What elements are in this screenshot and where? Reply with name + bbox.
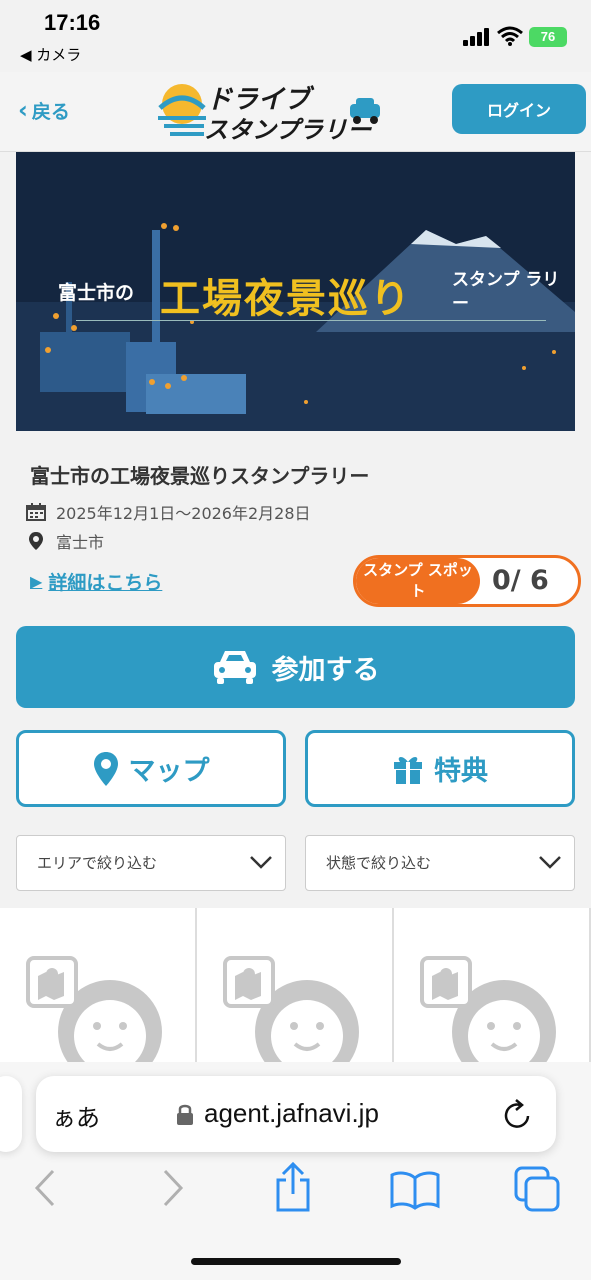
- tabs-icon[interactable]: [514, 1166, 560, 1212]
- details-link-label: 詳細はこちら: [48, 572, 163, 594]
- join-label: 参加する: [271, 654, 380, 686]
- battery-icon: 76: [529, 27, 567, 47]
- benefit-button[interactable]: 特典: [305, 730, 575, 807]
- gift-icon: [394, 756, 422, 784]
- details-link[interactable]: ▶ 詳細はこちら: [30, 568, 162, 595]
- chevron-left-icon: ‹: [18, 96, 28, 124]
- lion-placeholder-icon: [420, 956, 556, 1068]
- calendar-icon: [26, 503, 46, 521]
- banner-divider: [76, 320, 546, 321]
- wifi-icon: [497, 26, 523, 46]
- area-filter-select[interactable]: エリアで絞り込む: [16, 835, 286, 891]
- spot-card[interactable]: [197, 908, 392, 1068]
- event-place: 富士市: [56, 533, 105, 552]
- state-filter-select[interactable]: 状態で絞り込む: [305, 835, 575, 891]
- banner-suffix: スタンプ ラリー: [452, 270, 560, 314]
- map-pin-icon: [93, 751, 118, 786]
- location-pin-icon: [29, 532, 43, 550]
- address-bar[interactable]: ぁあ agent.jafnavi.jp: [36, 1076, 556, 1152]
- clock: 17:16: [44, 10, 101, 35]
- state-filter-label: 状態で絞り込む: [326, 854, 432, 872]
- stamp-spot-counter: スタンプ スポット 0/ 6: [353, 555, 581, 607]
- triangle-right-icon: ▶: [30, 572, 43, 591]
- event-banner: 富士市の 工場夜景巡り スタンプ ラリー: [16, 152, 575, 431]
- cellular-signal-icon: [463, 28, 489, 46]
- home-indicator: [191, 1258, 401, 1265]
- lock-icon: [177, 1104, 193, 1125]
- logo-line2: スタンプラリー: [204, 116, 372, 144]
- forward-arrow-icon[interactable]: [162, 1168, 184, 1208]
- bookmarks-icon[interactable]: [390, 1170, 440, 1210]
- back-label: 戻る: [31, 100, 70, 123]
- spot-card[interactable]: [394, 908, 589, 1068]
- stamp-spot-label: スタンプ スポット: [356, 558, 480, 604]
- logo-line1: ドライブ: [206, 85, 315, 115]
- lion-placeholder-icon: [223, 956, 359, 1068]
- spot-card[interactable]: [0, 908, 195, 1068]
- previous-tab-preview[interactable]: [0, 1076, 22, 1152]
- map-button[interactable]: マップ: [16, 730, 286, 807]
- map-label: マップ: [128, 756, 210, 787]
- banner-prefix: 富士市の: [58, 282, 135, 304]
- url-text: agent.jafnavi.jp: [204, 1098, 379, 1128]
- page-settings-button[interactable]: ぁあ: [52, 1098, 100, 1133]
- chevron-down-icon: [250, 856, 272, 869]
- drive-stamp-rally-logo[interactable]: ドライブ スタンプラリー: [156, 78, 386, 146]
- event-title: 富士市の工場夜景巡りスタンプラリー: [30, 464, 370, 488]
- event-date: 2025年12月1日〜2026年2月28日: [56, 504, 311, 523]
- share-icon[interactable]: [274, 1162, 312, 1212]
- event-date-row: 2025年12月1日〜2026年2月28日: [26, 500, 311, 524]
- login-button[interactable]: ログイン: [452, 84, 586, 134]
- chevron-down-icon: [539, 856, 561, 869]
- reload-icon[interactable]: [502, 1096, 534, 1130]
- spot-card-grid: [0, 908, 591, 1068]
- area-filter-label: エリアで絞り込む: [37, 854, 158, 872]
- back-arrow-icon[interactable]: [34, 1168, 56, 1208]
- join-button[interactable]: 参加する: [16, 626, 575, 708]
- stamp-count: 0/ 6: [492, 565, 549, 596]
- banner-main-title: 工場夜景巡り: [160, 276, 412, 322]
- site-header: ‹ 戻る ドライブ スタンプラリー ログイン: [0, 72, 591, 152]
- back-to-camera-link[interactable]: ◀ カメラ: [20, 44, 81, 65]
- car-icon: [213, 651, 256, 684]
- event-place-row: 富士市: [26, 529, 104, 553]
- lion-placeholder-icon: [26, 956, 162, 1068]
- back-button[interactable]: ‹ 戻る: [18, 96, 70, 124]
- url-display[interactable]: agent.jafnavi.jp: [176, 1098, 379, 1129]
- benefit-label: 特典: [434, 756, 488, 787]
- status-bar: 17:16 ◀ カメラ 76: [0, 0, 591, 70]
